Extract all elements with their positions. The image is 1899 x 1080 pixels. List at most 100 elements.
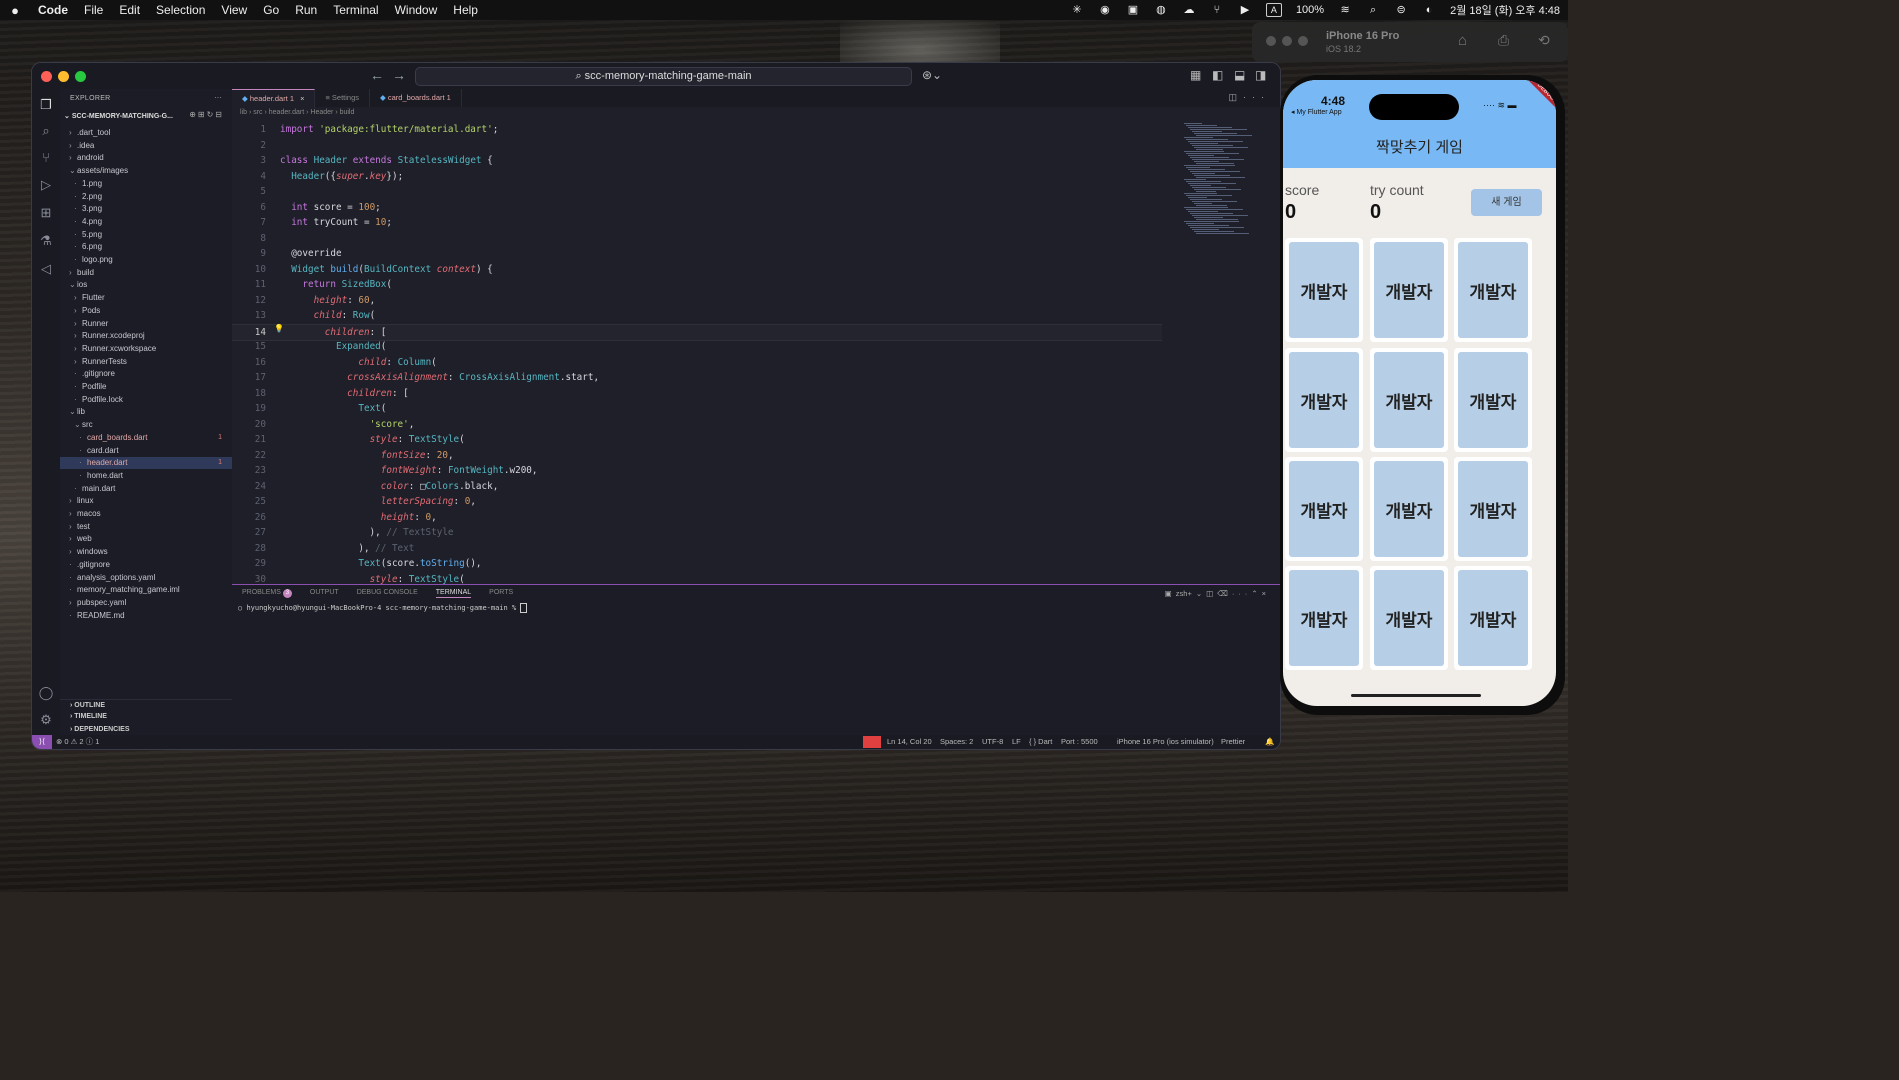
close-tab-icon[interactable]: × bbox=[300, 94, 304, 103]
memory-card[interactable]: 개발자 bbox=[1454, 238, 1532, 342]
wifi-icon[interactable]: ≋ bbox=[1338, 4, 1352, 16]
tree-item[interactable]: · 4.png bbox=[60, 216, 232, 228]
command-center-search[interactable]: ⌕ scc-memory-matching-game-main bbox=[415, 67, 912, 86]
tree-item[interactable]: › Pods bbox=[60, 305, 232, 317]
panel-tab-terminal[interactable]: TERMINAL bbox=[435, 589, 472, 598]
back-to-app[interactable]: ◂ My Flutter App bbox=[1291, 108, 1342, 116]
code-line[interactable]: 25 letterSpacing: 0, bbox=[232, 494, 1162, 510]
menu-item-edit[interactable]: Edit bbox=[111, 3, 148, 17]
toggle-panel-icon[interactable]: ⬓ bbox=[1234, 68, 1245, 82]
tree-item[interactable]: · home.dart bbox=[60, 470, 232, 482]
split-terminal-icon[interactable]: ◫ bbox=[1206, 589, 1217, 598]
project-folder-header[interactable]: ⌄ SCC-MEMORY-MATCHING-G... bbox=[64, 112, 173, 120]
language-mode[interactable]: { } Dart bbox=[1029, 735, 1052, 749]
play-icon[interactable]: ▶ bbox=[1238, 4, 1252, 16]
sim-minimize-button[interactable] bbox=[1282, 36, 1292, 46]
explorer-icon[interactable]: ❐ bbox=[38, 97, 54, 113]
memory-card[interactable]: 개발자 bbox=[1454, 457, 1532, 561]
code-line[interactable]: 22 fontSize: 20, bbox=[232, 448, 1162, 464]
device-selector[interactable]: iPhone 16 Pro (ios simulator) bbox=[1117, 735, 1214, 749]
prettier-status[interactable]: Prettier bbox=[1221, 735, 1245, 749]
tree-item[interactable]: · analysis_options.yaml bbox=[60, 572, 232, 584]
tree-item[interactable]: › linux bbox=[60, 495, 232, 507]
memory-card[interactable]: 개발자 bbox=[1370, 457, 1448, 561]
tree-item[interactable]: · 5.png bbox=[60, 229, 232, 241]
close-panel-icon[interactable]: × bbox=[1262, 589, 1270, 598]
tree-item[interactable]: · main.dart bbox=[60, 483, 232, 495]
cursor-position[interactable]: Ln 14, Col 20 bbox=[887, 735, 932, 749]
code-line[interactable]: 6 int score = 100; bbox=[232, 200, 1162, 216]
code-line[interactable]: 2 bbox=[232, 138, 1162, 154]
memory-card[interactable]: 개발자 bbox=[1370, 348, 1448, 452]
clock[interactable]: 2월 18일 (화) 오후 4:48 bbox=[1450, 2, 1560, 18]
menu-item-run[interactable]: Run bbox=[287, 3, 325, 17]
copilot-icon[interactable]: ⊛⌄ bbox=[922, 68, 942, 82]
tree-item[interactable]: › windows bbox=[60, 546, 232, 558]
control-center-icon[interactable]: ⊜ bbox=[1394, 4, 1408, 16]
code-line[interactable]: 27 ), // TextStyle bbox=[232, 525, 1162, 541]
panel-tab-problems[interactable]: PROBLEMS 3 bbox=[242, 589, 292, 598]
tree-item[interactable]: · 3.png bbox=[60, 203, 232, 215]
code-line[interactable]: 16 child: Column( bbox=[232, 355, 1162, 371]
tree-item[interactable]: › Runner.xcworkspace bbox=[60, 343, 232, 355]
panel-tab-ports[interactable]: PORTS bbox=[489, 589, 513, 598]
memory-card[interactable]: 개발자 bbox=[1454, 566, 1532, 670]
tree-item[interactable]: · card_boards.dart 1 bbox=[60, 432, 232, 444]
tree-item[interactable]: · 1.png bbox=[60, 178, 232, 190]
tree-item[interactable]: · card.dart bbox=[60, 445, 232, 457]
code-line[interactable]: 10 Widget build(BuildContext context) { bbox=[232, 262, 1162, 278]
tree-item[interactable]: › web bbox=[60, 533, 232, 545]
code-line[interactable]: 3 class Header extends StatelessWidget { bbox=[232, 153, 1162, 169]
code-line[interactable]: 11 return SizedBox( bbox=[232, 277, 1162, 293]
cloud-icon[interactable]: ☁ bbox=[1182, 4, 1196, 16]
menu-item-window[interactable]: Window bbox=[387, 3, 446, 17]
code-line[interactable]: 5 bbox=[232, 184, 1162, 200]
remote-explorer-icon[interactable]: ◁ bbox=[38, 261, 54, 277]
trash-icon[interactable]: ⌫ bbox=[1217, 589, 1232, 598]
siri-icon[interactable]: ◐ bbox=[1422, 4, 1436, 16]
tree-item[interactable]: · header.dart 1 bbox=[60, 457, 232, 470]
lightbulb-icon[interactable]: 💡 bbox=[274, 324, 284, 333]
home-icon[interactable]: ⌂ bbox=[1458, 32, 1467, 49]
code-line[interactable]: 4 Header({super.key}); bbox=[232, 169, 1162, 185]
code-line[interactable]: 12 height: 60, bbox=[232, 293, 1162, 309]
more-icon[interactable]: ··· bbox=[1232, 589, 1252, 598]
panel-tab-debug-console[interactable]: DEBUG CONSOLE bbox=[357, 589, 418, 598]
tab-header-dart[interactable]: ◆ header.dart 1 × bbox=[232, 89, 316, 108]
testing-icon[interactable]: ⚗ bbox=[38, 233, 54, 249]
accounts-icon[interactable]: ◯ bbox=[38, 685, 54, 701]
encoding[interactable]: UTF-8 bbox=[982, 735, 1003, 749]
timeline-section[interactable]: › TIMELINE bbox=[60, 711, 232, 723]
breadcrumb[interactable]: lib › src › header.dart › Header › build bbox=[240, 109, 354, 116]
toggle-sidebar-icon[interactable]: ◧ bbox=[1212, 68, 1223, 82]
settings-gear-icon[interactable]: ⚙ bbox=[38, 712, 54, 728]
notifications-icon[interactable]: 🔔 bbox=[1265, 735, 1274, 749]
code-line[interactable]: 21 style: TextStyle( bbox=[232, 432, 1162, 448]
panel-tab-output[interactable]: OUTPUT bbox=[310, 589, 339, 598]
messages-icon[interactable]: ◉ bbox=[1098, 4, 1112, 16]
tree-item[interactable]: · memory_matching_game.iml bbox=[60, 584, 232, 596]
new-terminal-icon[interactable]: +⌄ bbox=[1187, 589, 1206, 598]
extension-icon[interactable]: ✳ bbox=[1070, 4, 1084, 16]
zoom-window-button[interactable] bbox=[75, 71, 86, 82]
more-actions-icon[interactable]: ··· bbox=[214, 93, 222, 102]
tree-item[interactable]: · logo.png bbox=[60, 254, 232, 266]
toggle-secondary-sidebar-icon[interactable]: ◨ bbox=[1255, 68, 1266, 82]
calendar-icon[interactable]: ▣ bbox=[1126, 4, 1140, 16]
live-server-port[interactable]: Port : 5500 bbox=[1061, 735, 1098, 749]
tree-item[interactable]: · .gitignore bbox=[60, 368, 232, 380]
memory-card[interactable]: 개발자 bbox=[1285, 238, 1363, 342]
extensions-icon[interactable]: ⊞ bbox=[38, 205, 54, 221]
tree-item[interactable]: › build bbox=[60, 267, 232, 279]
tree-item[interactable]: › pubspec.yaml bbox=[60, 597, 232, 609]
tree-item[interactable]: · 6.png bbox=[60, 241, 232, 253]
run-debug-icon[interactable]: ▷ bbox=[38, 177, 54, 193]
remote-indicator-icon[interactable]: ⟩⟨ bbox=[32, 735, 52, 749]
code-line[interactable]: 7 int tryCount = 10; bbox=[232, 215, 1162, 231]
sim-zoom-button[interactable] bbox=[1298, 36, 1308, 46]
battery-percent[interactable]: 100% bbox=[1296, 4, 1324, 16]
tree-item[interactable]: · .gitignore bbox=[60, 559, 232, 571]
tree-item[interactable]: ⌄src bbox=[60, 419, 232, 431]
source-control-icon[interactable]: ⑂ bbox=[38, 150, 54, 166]
problems-status[interactable]: ⊗ 0 ⚠ 2 ⓘ 1 bbox=[56, 735, 99, 749]
